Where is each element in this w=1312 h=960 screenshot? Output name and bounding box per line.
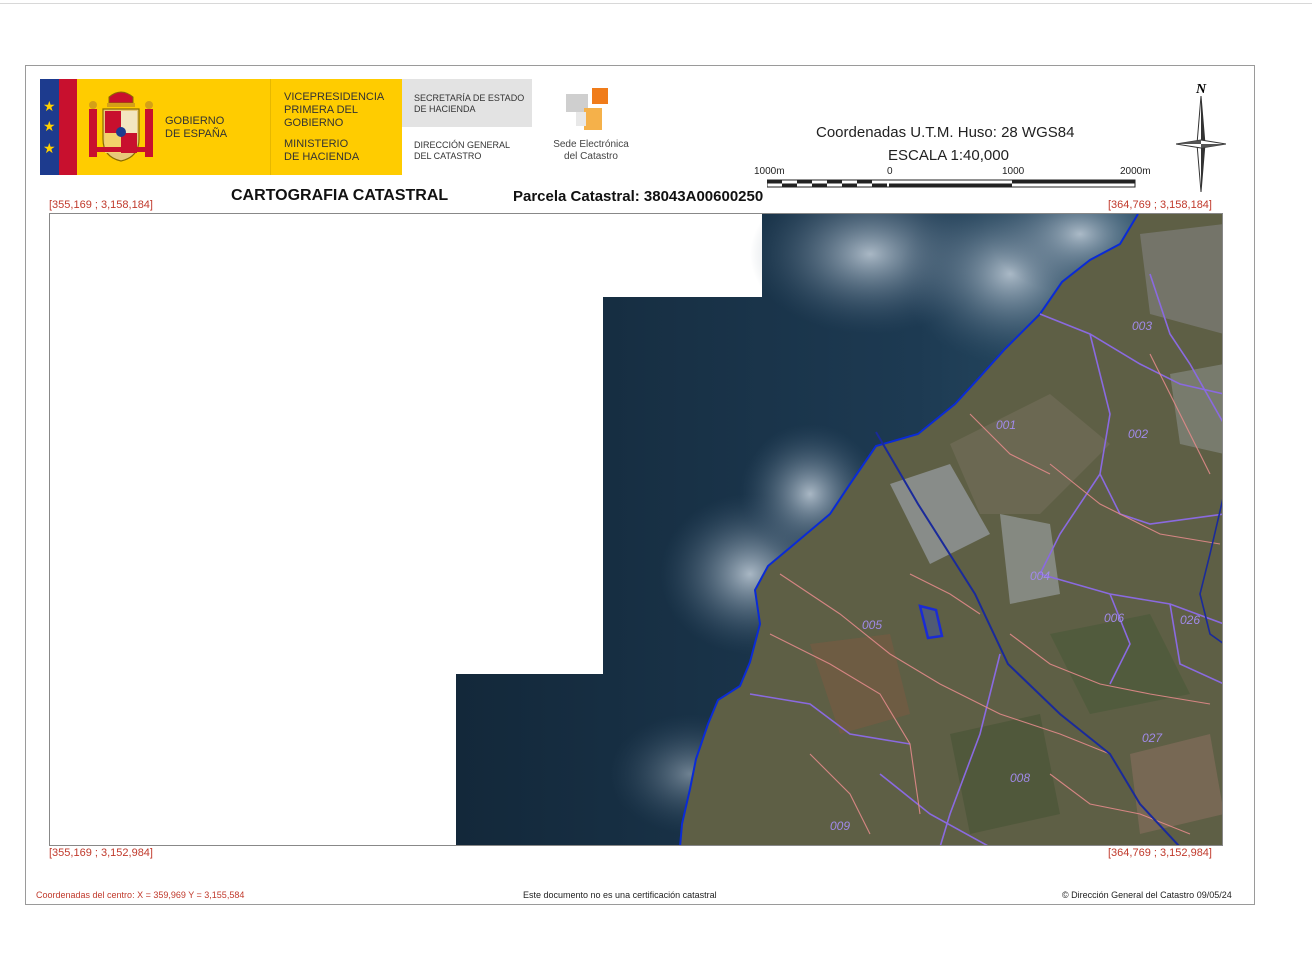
- government-block: GOBIERNO DE ESPAÑA VICEPRESIDENCIA PRIME…: [77, 79, 402, 175]
- top-divider: [0, 3, 1312, 4]
- polygon-label: 009: [830, 819, 850, 833]
- corner-coord-bottom-right: [364,769 ; 3,152,984]: [1108, 847, 1212, 859]
- scale-bar: [767, 179, 1136, 188]
- corner-coord-top-left: [355,169 ; 3,158,184]: [49, 199, 153, 211]
- polygon-label: 005: [862, 618, 882, 632]
- coordinates-label: Coordenadas U.T.M. Huso: 28 WGS84: [816, 124, 1075, 141]
- cartografia-title: CARTOGRAFIA CATASTRAL: [231, 187, 449, 204]
- sede-label: Sede Electrónica del Catastro: [553, 139, 629, 162]
- polygon-label: 003: [1132, 319, 1152, 333]
- orthophoto-map: 003 002 001 005 004 006 026 027 008 009: [456, 214, 1222, 845]
- disclaimer: Este documento no es una certificación c…: [523, 890, 717, 900]
- center-coordinates: Coordenadas del centro: X = 359,969 Y = …: [36, 890, 245, 900]
- star-icon: ★: [43, 118, 56, 134]
- star-icon: ★: [43, 98, 56, 114]
- polygon-label: 002: [1128, 427, 1148, 441]
- corner-coord-top-right: [364,769 ; 3,158,184]: [1108, 199, 1212, 211]
- scale-tick-label: 1000m: [754, 166, 785, 177]
- vicepresidencia-label: VICEPRESIDENCIA PRIMERA DEL GOBIERNO: [284, 91, 385, 129]
- polygon-label: 026: [1180, 613, 1200, 627]
- secretaria-label: SECRETARÍA DE ESTADO DE HACIENDA: [414, 93, 525, 114]
- star-icon: ★: [43, 140, 56, 156]
- north-arrow-icon: [1176, 96, 1226, 192]
- polygon-label: 027: [1142, 731, 1163, 745]
- copyright: © Dirección General del Catastro 09/05/2…: [1062, 890, 1232, 900]
- scale-label: ESCALA 1:40,000: [888, 147, 1009, 164]
- ministerio-label: MINISTERIO DE HACIENDA: [284, 138, 360, 163]
- direccion-label: DIRECCIÓN GENERAL DEL CATASTRO: [414, 140, 511, 161]
- polygon-label: 001: [996, 418, 1016, 432]
- scale-tick-label: 0: [887, 166, 893, 177]
- polygon-label: 006: [1104, 611, 1124, 625]
- polygon-label: 008: [1010, 771, 1030, 785]
- gobierno-label: GOBIERNO DE ESPAÑA: [165, 115, 228, 140]
- secretaria-block: SECRETARÍA DE ESTADO DE HACIENDA: [402, 79, 532, 127]
- coat-of-arms-icon: [89, 91, 153, 162]
- scale-tick-label: 1000: [1002, 166, 1025, 177]
- corner-coord-bottom-left: [355,169 ; 3,152,984]: [49, 847, 153, 859]
- sede-logo-icon: [566, 88, 610, 132]
- spain-flag-strip: ★ ★ ★: [40, 79, 77, 175]
- cadastral-sheet: ★ ★ ★ GOBIERNO DE ESPAÑA VICEPRESIDENCIA: [25, 65, 1255, 905]
- polygon-label: 004: [1030, 569, 1050, 583]
- parcela-title: Parcela Catastral: 38043A00600250: [513, 188, 764, 205]
- scale-tick-label: 2000m: [1120, 166, 1151, 177]
- cadastral-map[interactable]: 003 002 001 005 004 006 026 027 008 009: [49, 213, 1223, 846]
